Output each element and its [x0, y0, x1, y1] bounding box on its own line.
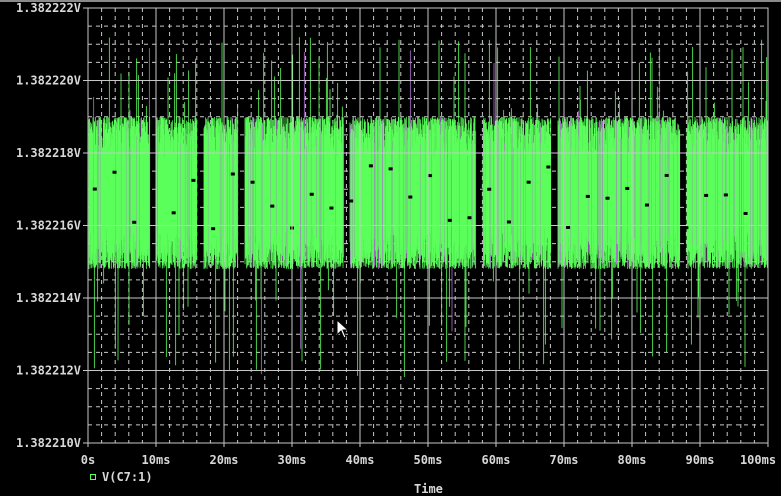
trace-marker — [664, 173, 669, 177]
trace-marker — [585, 194, 590, 198]
trace-marker — [487, 187, 492, 191]
trace-marker — [704, 193, 709, 197]
trace-marker — [723, 193, 728, 197]
trace-marker — [270, 204, 275, 208]
y-tick-label: 1.382210V — [16, 436, 81, 450]
trace-marker — [151, 194, 156, 198]
trace-marker — [329, 206, 334, 210]
x-tick-label: 10ms — [142, 453, 171, 467]
trace-marker — [428, 174, 433, 178]
legend[interactable]: V(C7:1) — [90, 470, 153, 484]
trace-marker — [211, 227, 216, 231]
trace-marker — [171, 211, 176, 215]
trace-marker — [132, 220, 137, 224]
trace-marker — [92, 187, 97, 191]
x-tick-label: 70ms — [550, 453, 579, 467]
trace-marker — [566, 225, 571, 229]
legend-marker-icon — [90, 474, 96, 480]
mouse-cursor-icon — [336, 319, 350, 339]
x-tick-label: 40ms — [346, 453, 375, 467]
trace-marker — [526, 180, 531, 184]
trace-marker — [250, 180, 255, 184]
trace-marker — [191, 178, 196, 182]
trace-marker — [506, 220, 511, 224]
x-tick-label: 60ms — [482, 453, 511, 467]
x-tick-label: 50ms — [414, 453, 443, 467]
trace-marker — [368, 164, 373, 168]
y-tick-label: 1.382212V — [16, 364, 81, 378]
trace-marker — [743, 211, 748, 215]
trace-marker — [388, 167, 393, 171]
legend-label: V(C7:1) — [102, 470, 153, 484]
trace-marker — [625, 186, 630, 190]
y-tick-label: 1.382216V — [16, 219, 81, 233]
x-tick-label: 100ms — [740, 453, 776, 467]
x-tick-label: 80ms — [618, 453, 647, 467]
x-tick-label: 20ms — [210, 453, 239, 467]
trace-marker — [644, 203, 649, 207]
trace-marker — [230, 172, 235, 176]
trace-marker — [309, 192, 314, 196]
trace-marker — [349, 199, 354, 203]
x-tick-label: 0s — [81, 453, 95, 467]
y-tick-label: 1.382218V — [16, 146, 81, 160]
x-tick-label: 90ms — [686, 453, 715, 467]
trace-marker — [546, 165, 551, 169]
x-axis-label: Time — [414, 482, 443, 496]
y-tick-label: 1.382220V — [16, 74, 81, 88]
waveform-plot[interactable]: 1.382222V 1.382220V 1.382218V 1.382216V 1.38… — [0, 0, 781, 491]
trace-marker — [605, 196, 610, 200]
trace-marker — [408, 195, 413, 199]
trace-marker — [684, 226, 689, 230]
trace-marker — [447, 218, 452, 222]
x-tick-label: 30ms — [278, 453, 307, 467]
y-tick-label: 1.382214V — [16, 291, 81, 305]
trace-marker — [467, 216, 472, 220]
trace-marker — [112, 170, 117, 174]
y-tick-label: 1.382222V — [16, 1, 81, 15]
